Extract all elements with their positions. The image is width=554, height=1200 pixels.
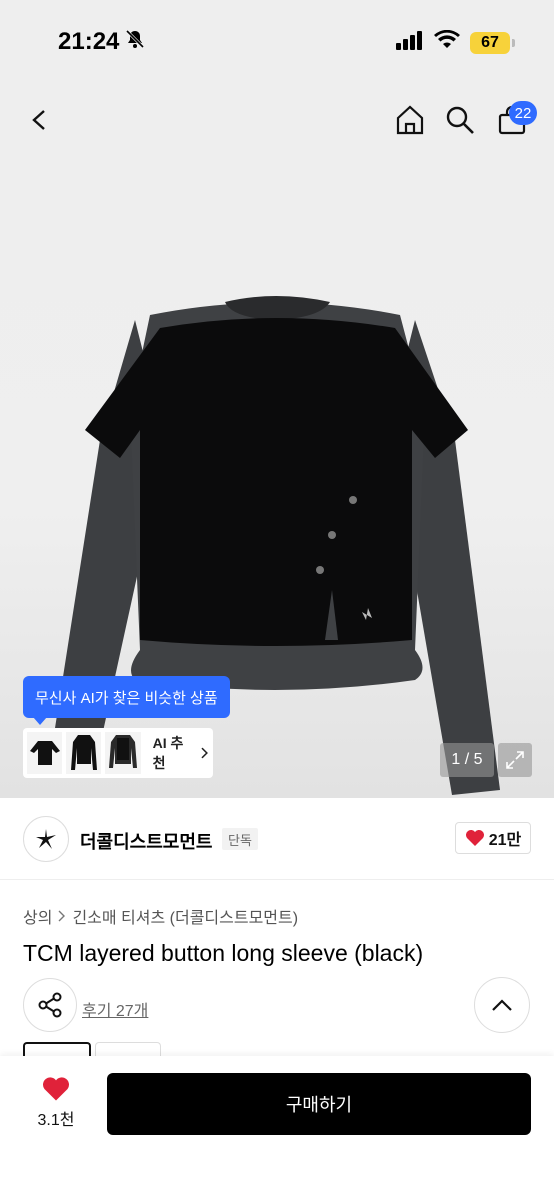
status-icons: 67 [396, 29, 515, 55]
share-icon [38, 992, 62, 1018]
ai-thumbnail [66, 732, 102, 774]
brand-logo[interactable] [23, 816, 69, 862]
wifi-icon [434, 29, 460, 55]
expand-icon [506, 751, 524, 769]
expand-image-button[interactable] [498, 743, 532, 777]
bottom-action-bar: 3.1천 구매하기 [0, 1056, 554, 1200]
brand-star-icon [36, 829, 56, 849]
heart-icon [43, 1077, 69, 1101]
ai-recommendation-strip[interactable]: AI 추천 [23, 728, 213, 778]
breadcrumb: 상의 긴소매 티셔츠 (더콜디스트모먼트) [23, 904, 298, 928]
brand-like-button[interactable]: 21만 [455, 822, 531, 854]
search-icon [446, 106, 474, 134]
ai-recommend-link[interactable]: AI 추천 [153, 733, 209, 773]
chevron-left-icon [32, 110, 45, 130]
breadcrumb-category[interactable]: 상의 [23, 904, 52, 928]
wishlist-button[interactable]: 3.1천 [28, 1076, 84, 1130]
product-garment-image [50, 296, 500, 795]
breadcrumb-subcategory[interactable]: 긴소매 티셔츠 (더콜디스트모먼트) [72, 904, 298, 928]
review-link[interactable]: 후기 27개 [82, 997, 148, 1021]
brand-like-count: 21만 [488, 832, 522, 849]
image-pager: 1 / 5 [440, 743, 494, 777]
product-title: TCM layered button long sleeve (black) [23, 940, 424, 966]
home-icon [396, 105, 424, 135]
thumbnail-image [70, 735, 97, 770]
thumbnail-image [109, 735, 137, 768]
battery-indicator: 67 [470, 31, 515, 54]
home-button[interactable] [390, 100, 430, 140]
signal-icon [396, 30, 424, 55]
color-option[interactable] [95, 1042, 161, 1056]
exclusive-badge: 단독 [222, 828, 258, 850]
top-navigation [0, 80, 554, 160]
back-button[interactable] [20, 100, 60, 140]
scroll-to-top-button[interactable] [474, 977, 530, 1033]
chevron-right-icon [201, 747, 209, 759]
cart-count-badge: 22 [509, 101, 537, 125]
thumbnail-image [29, 741, 60, 765]
search-button[interactable] [440, 100, 480, 140]
brand-name[interactable]: 더콜디스트모먼트 [80, 828, 212, 854]
status-bar: 21:24 67 [0, 0, 554, 80]
buy-button[interactable]: 구매하기 [107, 1073, 531, 1135]
heart-icon [465, 830, 484, 846]
clock-text: 21:24 [58, 28, 120, 55]
color-option-selected[interactable] [23, 1042, 91, 1056]
status-time: 21:24 [58, 28, 145, 56]
wishlist-count: 3.1천 [37, 1112, 75, 1129]
chevron-right-icon [58, 910, 66, 922]
ai-recommendation-tooltip: 무신사 AI가 찾은 비슷한 상품 [23, 676, 230, 725]
chevron-up-icon [492, 999, 512, 1011]
brand-row: 더콜디스트모먼트 단독 21만 [0, 798, 554, 880]
ai-thumbnail [105, 732, 141, 774]
share-button[interactable] [23, 978, 77, 1032]
ai-recommend-label: AI 추천 [152, 735, 184, 771]
bell-off-icon [125, 28, 145, 56]
ai-thumbnail [27, 732, 63, 774]
